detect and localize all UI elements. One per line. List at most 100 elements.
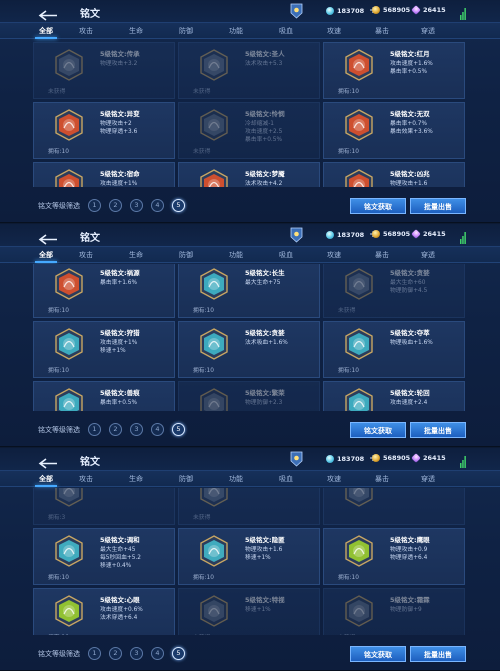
inscription-card[interactable]: 5级铭文:鹰眼 物理攻击+0.9 物理穿透+6.4 拥有:10	[323, 528, 465, 585]
inscription-stat: 暴击率+0.5%	[390, 69, 427, 75]
inscription-card[interactable]: 5级铭文:心眼攻击速度+0.6%法术穿透+6.4拥有:10	[33, 588, 175, 635]
rank-badge-icon[interactable]	[290, 3, 303, 19]
level-filter-4[interactable]: 4	[151, 423, 164, 436]
inscription-card[interactable]: 5级铭文:调和 最大生命+45 每5秒回血+5.2 移速+0.4% 拥有:10	[33, 528, 175, 585]
inscription-card[interactable]: 5级铭文:繁荣 物理防御+2.3	[178, 381, 320, 411]
inscription-card[interactable]: 5级铭文:传承 物理攻击+3.2 未获得	[33, 42, 175, 99]
inscription-card[interactable]: 5级铭文:夺萃 物理吸血+1.6% 拥有:10	[323, 321, 465, 378]
level-filter-1[interactable]: 1	[88, 199, 101, 212]
inscription-card[interactable]: 5级铭文:回声拥有:3	[33, 488, 175, 525]
tab-5[interactable]: 吸血	[266, 247, 306, 263]
level-filter-3[interactable]: 3	[130, 647, 143, 660]
acquire-inscription-button[interactable]: 铭文获取	[350, 198, 406, 214]
bulk-sell-button[interactable]: 批量出售	[410, 422, 466, 438]
tab-6[interactable]: 攻速	[314, 471, 354, 487]
tab-2[interactable]: 生命	[116, 247, 156, 263]
level-filter-1[interactable]: 1	[88, 423, 101, 436]
inscription-card[interactable]: 5级铭文:梦魇 法术攻击+4.2	[178, 162, 320, 187]
inscription-card[interactable]: 5级铭文:贪婪 最大生命+60 物理防御+4.5 未获得	[323, 264, 465, 318]
ticket-amount: 183708	[337, 231, 365, 239]
level-filter-3[interactable]: 3	[130, 199, 143, 212]
level-filter-2[interactable]: 2	[109, 423, 122, 436]
bulk-sell-button[interactable]: 批量出售	[410, 646, 466, 662]
inscription-card[interactable]: 5级铭文:兽痕 暴击率+0.5%	[33, 381, 175, 411]
tab-4[interactable]: 功能	[216, 247, 256, 263]
tab-3[interactable]: 防御	[166, 247, 206, 263]
inscription-card[interactable]: 5级铭文:特视移速+1% 未获得	[178, 588, 320, 635]
bulk-sell-button[interactable]: 批量出售	[410, 198, 466, 214]
inscription-card[interactable]: 5级铭文:宿命 攻击速度+1%	[33, 162, 175, 187]
tab-2[interactable]: 生命	[116, 471, 156, 487]
tab-7[interactable]: 暴击	[362, 471, 402, 487]
tab-4[interactable]: 功能	[216, 471, 256, 487]
inscription-card[interactable]: 5级铭文:异变 物理攻击+2 物理穿透+3.6 拥有:10	[33, 102, 175, 159]
level-filter-2[interactable]: 2	[109, 199, 122, 212]
tab-3[interactable]: 防御	[166, 471, 206, 487]
tab-8[interactable]: 穿透	[408, 23, 448, 39]
tab-7[interactable]: 暴击	[362, 23, 402, 39]
owned-count: 拥有:10	[48, 308, 69, 314]
inscription-card[interactable]: 5级铭文:红月 攻击速度+1.6% 暴击率+0.5% 拥有:10	[323, 42, 465, 99]
inscription-gem-icon	[344, 595, 374, 627]
inscription-gem-icon	[344, 49, 374, 81]
back-arrow-icon[interactable]	[38, 6, 58, 21]
inscription-card[interactable]: 5级铭文:祸源 暴击率+1.6% 拥有:10	[33, 264, 175, 318]
level-filter-2[interactable]: 2	[109, 647, 122, 660]
inscription-card[interactable]: 5级铭文:轮回 攻击速度+2.4	[323, 381, 465, 411]
ticket-currency[interactable]: 183708+	[326, 230, 377, 240]
owned-count: 未获得	[338, 308, 356, 314]
ticket-currency[interactable]: 183708+	[326, 6, 377, 16]
tab-6[interactable]: 攻速	[314, 247, 354, 263]
level-filter-4[interactable]: 4	[151, 199, 164, 212]
level-filter-5[interactable]: 5	[172, 647, 185, 660]
inscription-card[interactable]: 5级铭文:凶兆 物理攻击+1.6	[323, 162, 465, 187]
level-filter-5[interactable]: 5	[172, 199, 185, 212]
level-filter-4[interactable]: 4	[151, 647, 164, 660]
level-filter-5[interactable]: 5	[172, 423, 185, 436]
inscription-card[interactable]: 5级铭文:心眼未获得	[178, 488, 320, 525]
level-filter-1[interactable]: 1	[88, 647, 101, 660]
acquire-inscription-button[interactable]: 铭文获取	[350, 646, 406, 662]
back-arrow-icon[interactable]	[38, 230, 58, 245]
inscription-card[interactable]: 5级铭文:怜悯 冷却缩减-1 攻击速度+2.5 暴击率+0.5% 未获得	[178, 102, 320, 159]
rank-badge-icon[interactable]	[290, 227, 303, 243]
tab-5[interactable]: 吸血	[266, 23, 306, 39]
tab-2[interactable]: 生命	[116, 23, 156, 39]
back-arrow-icon[interactable]	[38, 454, 58, 469]
level-filter-3[interactable]: 3	[130, 423, 143, 436]
tab-3[interactable]: 防御	[166, 23, 206, 39]
inscription-card[interactable]: 5级铭文:狩猎 攻击速度+1% 移速+1% 拥有:10	[33, 321, 175, 378]
gem-currency: 26415	[411, 229, 446, 239]
acquire-inscription-button[interactable]: 铭文获取	[350, 422, 406, 438]
ticket-icon	[326, 455, 334, 463]
inscription-card[interactable]: 5级铭文:圣人 法术攻击+5.3 未获得	[178, 42, 320, 99]
inscription-card[interactable]: 5级铭文:无双 暴击率+0.7% 暴击效果+3.6% 拥有:10	[323, 102, 465, 159]
inscription-card[interactable]: 5级铭文:长生 最大生命+75 拥有:10	[178, 264, 320, 318]
tab-4[interactable]: 功能	[216, 23, 256, 39]
tab-0[interactable]: 全部	[26, 471, 66, 487]
inscription-stat: 暴击率+1.6%	[100, 280, 137, 286]
rank-badge-icon[interactable]	[290, 451, 303, 467]
tab-8[interactable]: 穿透	[408, 471, 448, 487]
tab-8[interactable]: 穿透	[408, 247, 448, 263]
ticket-currency[interactable]: 183708+	[326, 454, 377, 464]
tab-7[interactable]: 暴击	[362, 247, 402, 263]
tab-1[interactable]: 攻击	[66, 471, 106, 487]
gem-amount: 26415	[423, 454, 446, 462]
inscription-card[interactable]: 5级铭文:宿命	[323, 488, 465, 525]
inscription-name: 5级铭文:贪婪	[390, 269, 430, 277]
signal-icon	[460, 5, 466, 20]
inscription-name: 5级铭文:怜悯	[245, 110, 285, 118]
tab-5[interactable]: 吸血	[266, 471, 306, 487]
tab-1[interactable]: 攻击	[66, 247, 106, 263]
inscription-card[interactable]: 5级铭文:隐匿 物理攻击+1.6 移速+1% 拥有:10	[178, 528, 320, 585]
tab-0[interactable]: 全部	[26, 23, 66, 39]
tab-0[interactable]: 全部	[26, 247, 66, 263]
screenshot-root: 铭文183708+56890526415全部攻击生命防御功能吸血攻速暴击穿透5级…	[0, 0, 500, 671]
inscription-card[interactable]: 5级铭文:贪婪 法术吸血+1.6% 拥有:10	[178, 321, 320, 378]
tab-1[interactable]: 攻击	[66, 23, 106, 39]
inscription-stat: 移速+1%	[100, 348, 126, 354]
tab-6[interactable]: 攻速	[314, 23, 354, 39]
inscription-card[interactable]: 5级铭文:霜霖物理防御+9 未获得	[323, 588, 465, 635]
inscription-gem-icon	[199, 388, 229, 411]
